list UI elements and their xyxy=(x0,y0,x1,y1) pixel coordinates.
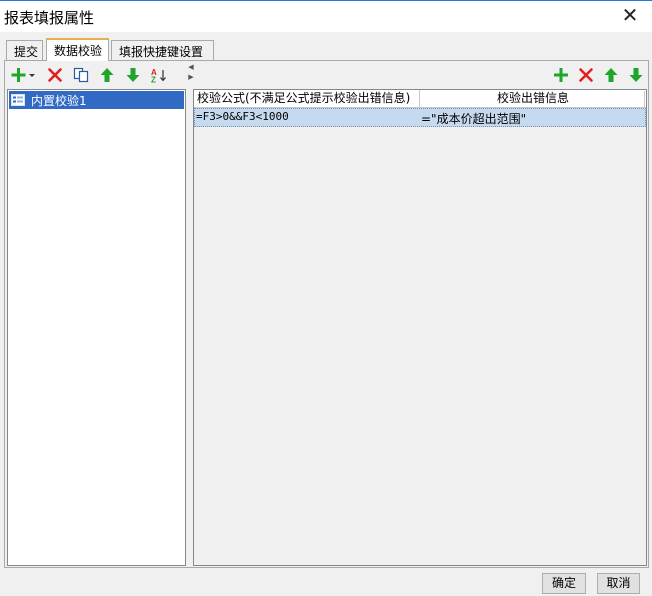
right-toolbar xyxy=(545,61,649,89)
validation-grid: 校验公式(不满足公式提示校验出错信息) 校验出错信息 =F3>0&&F3<100… xyxy=(193,89,647,566)
tab-shortcut-settings[interactable]: 填报快捷键设置 xyxy=(111,40,214,60)
delete-icon[interactable] xyxy=(45,65,65,85)
form-icon xyxy=(11,94,25,106)
header-error-message[interactable]: 校验出错信息 xyxy=(420,90,646,108)
window-title: 报表填报属性 xyxy=(4,9,95,27)
cell-error-message[interactable]: ="成本价超出范围" xyxy=(421,110,526,127)
close-icon[interactable]: ✕ xyxy=(620,5,640,25)
delete-icon[interactable] xyxy=(576,65,596,85)
sort-icon[interactable]: A Z xyxy=(149,65,169,85)
move-up-icon[interactable] xyxy=(601,65,621,85)
header-formula[interactable]: 校验公式(不满足公式提示校验出错信息) xyxy=(194,90,420,108)
svg-text:Z: Z xyxy=(151,76,156,84)
table-row[interactable]: =F3>0&&F3<1000 ="成本价超出范围" xyxy=(194,108,646,127)
validation-list: 内置校验1 xyxy=(7,89,186,566)
list-item-label: 内置校验1 xyxy=(31,93,87,108)
ok-button[interactable]: 确定 xyxy=(542,573,586,594)
move-up-icon[interactable] xyxy=(97,65,117,85)
move-down-icon[interactable] xyxy=(123,65,143,85)
add-icon[interactable] xyxy=(551,65,571,85)
title-bar: 报表填报属性 ✕ xyxy=(0,0,652,32)
collapse-right-arrow-icon[interactable]: ▶ xyxy=(188,73,194,81)
move-down-icon[interactable] xyxy=(626,65,646,85)
tab-submit[interactable]: 提交 xyxy=(6,40,43,60)
add-dropdown-icon[interactable] xyxy=(11,65,37,85)
cancel-button[interactable]: 取消 xyxy=(597,573,640,594)
grid-header: 校验公式(不满足公式提示校验出错信息) 校验出错信息 xyxy=(194,90,646,108)
cell-formula[interactable]: =F3>0&&F3<1000 xyxy=(196,110,289,123)
collapse-left-arrow-icon[interactable]: ◀ xyxy=(188,63,194,71)
tab-data-validation[interactable]: 数据校验 xyxy=(46,38,109,61)
copy-icon[interactable] xyxy=(71,65,91,85)
column-divider xyxy=(644,91,645,107)
left-toolbar: A Z xyxy=(5,61,187,89)
list-item[interactable]: 内置校验1 xyxy=(9,91,184,109)
tab-panel: A Z 内置校验1 ◀ ▶ 校验公式(不满足公式提示校验出错信息) 校验出错信息… xyxy=(4,60,649,568)
